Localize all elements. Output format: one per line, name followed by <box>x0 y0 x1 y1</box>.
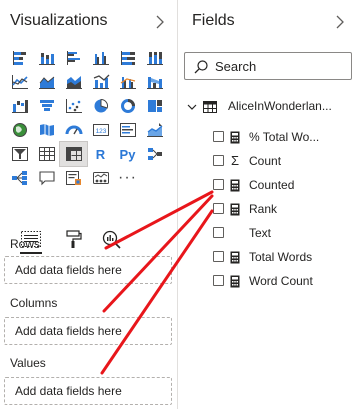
calculator-icon <box>229 178 241 192</box>
field-row-rank[interactable]: Rank <box>178 198 355 220</box>
funnel-chart-icon[interactable] <box>33 94 60 118</box>
r-script-visual-icon[interactable]: R <box>87 142 114 166</box>
analytics-magnifier-icon <box>102 230 121 249</box>
stacked-area-chart-icon[interactable] <box>60 70 87 94</box>
visualizations-title: Visualizations <box>10 12 108 29</box>
field-checkbox[interactable] <box>213 251 224 262</box>
smart-narrative-icon[interactable] <box>60 166 87 190</box>
sigma-icon: Σ <box>230 153 240 168</box>
matrix-icon[interactable] <box>59 141 88 167</box>
field-checkbox[interactable] <box>213 203 224 214</box>
clustered-column-chart-icon[interactable] <box>87 46 114 70</box>
columns-well-label: Columns <box>10 296 58 310</box>
svg-text:123: 123 <box>95 128 106 135</box>
qa-icon[interactable] <box>33 166 60 190</box>
scatter-chart-icon[interactable] <box>60 94 87 118</box>
field-row-total-words[interactable]: Total Words <box>178 246 355 268</box>
key-influencers-icon[interactable] <box>141 142 168 166</box>
calculator-icon <box>229 130 241 144</box>
chevron-down-icon[interactable] <box>186 101 198 113</box>
ribbon-chart-icon[interactable] <box>141 70 168 94</box>
clustered-bar-chart-icon[interactable] <box>60 46 87 70</box>
field-row-text[interactable]: Text <box>178 222 355 244</box>
visualizations-header: Visualizations <box>0 0 177 44</box>
visualizations-pane: Visualizations 123 R Py ··· Rows Add dat… <box>0 0 178 409</box>
visualization-gallery: 123 R Py ··· <box>6 46 170 190</box>
field-row-counted[interactable]: Counted <box>178 174 355 196</box>
field-row-word-count[interactable]: Word Count <box>178 270 355 292</box>
more-visuals-icon[interactable]: ··· <box>114 166 141 190</box>
table-name: AliceInWonderlan... <box>228 99 332 113</box>
map-icon[interactable] <box>6 118 33 142</box>
line-chart-icon[interactable] <box>6 70 33 94</box>
columns-well-dropzone[interactable]: Add data fields here <box>4 317 172 345</box>
waterfall-chart-icon[interactable] <box>6 94 33 118</box>
fields-header: Fields <box>178 0 355 44</box>
paginated-report-icon[interactable] <box>87 166 114 190</box>
calculator-icon <box>229 250 241 264</box>
kpi-icon[interactable] <box>141 118 168 142</box>
filled-map-icon[interactable] <box>33 118 60 142</box>
decomposition-tree-icon[interactable] <box>6 166 33 190</box>
field-row-total-wo[interactable]: % Total Wo... <box>178 126 355 148</box>
stacked-bar-chart-icon[interactable] <box>6 46 33 70</box>
100-stacked-bar-chart-icon[interactable] <box>114 46 141 70</box>
fields-search-box[interactable] <box>184 52 352 80</box>
stacked-column-chart-icon[interactable] <box>33 46 60 70</box>
field-name: Text <box>249 226 272 240</box>
line-and-clustered-column-chart-icon[interactable] <box>114 70 141 94</box>
r-label: R <box>95 146 106 162</box>
calculator-icon <box>229 274 241 288</box>
table-visual-icon[interactable] <box>33 142 60 166</box>
search-icon <box>194 60 208 74</box>
field-checkbox[interactable] <box>213 131 224 142</box>
multi-row-card-icon[interactable] <box>114 118 141 142</box>
gauge-icon[interactable] <box>60 118 87 142</box>
chevron-right-icon <box>336 15 344 29</box>
treemap-icon[interactable] <box>141 94 168 118</box>
line-and-stacked-column-chart-icon[interactable] <box>87 70 114 94</box>
table-node[interactable]: AliceInWonderlan... <box>178 96 355 118</box>
collapse-fields-button[interactable] <box>333 13 347 31</box>
field-checkbox[interactable] <box>213 179 224 190</box>
card-icon[interactable]: 123 <box>87 118 114 142</box>
format-paint-roller-icon <box>66 230 82 248</box>
calculator-icon <box>229 202 241 216</box>
values-well-label: Values <box>10 356 46 370</box>
donut-chart-icon[interactable] <box>114 94 141 118</box>
python-visual-icon[interactable]: Py <box>114 142 141 166</box>
field-name: Counted <box>249 178 295 192</box>
py-label: Py <box>119 146 136 162</box>
values-well-dropzone[interactable]: Add data fields here <box>4 377 172 405</box>
format-tab[interactable] <box>60 227 86 251</box>
field-checkbox[interactable] <box>213 155 224 166</box>
field-checkbox[interactable] <box>213 227 224 238</box>
area-chart-icon[interactable] <box>33 70 60 94</box>
search-input[interactable] <box>215 57 345 75</box>
field-name: Count <box>249 154 282 168</box>
fields-title: Fields <box>192 12 235 29</box>
field-name: % Total Wo... <box>249 130 320 144</box>
slicer-icon[interactable] <box>6 142 33 166</box>
100-stacked-column-chart-icon[interactable] <box>141 46 168 70</box>
field-name: Word Count <box>249 274 313 288</box>
rows-well-dropzone[interactable]: Add data fields here <box>4 256 172 284</box>
field-row-count[interactable]: Σ Count <box>178 150 355 172</box>
collapse-visualizations-button[interactable] <box>153 13 167 31</box>
pie-chart-icon[interactable] <box>87 94 114 118</box>
table-icon <box>203 101 217 113</box>
field-name: Rank <box>249 202 278 216</box>
analytics-tab[interactable] <box>98 227 124 251</box>
rows-well-label: Rows <box>10 237 41 251</box>
fields-pane: Fields AliceInWonderlan... % Total Wo...… <box>178 0 355 409</box>
chevron-right-icon <box>156 15 164 29</box>
field-name: Total Words <box>249 250 313 264</box>
field-checkbox[interactable] <box>213 275 224 286</box>
